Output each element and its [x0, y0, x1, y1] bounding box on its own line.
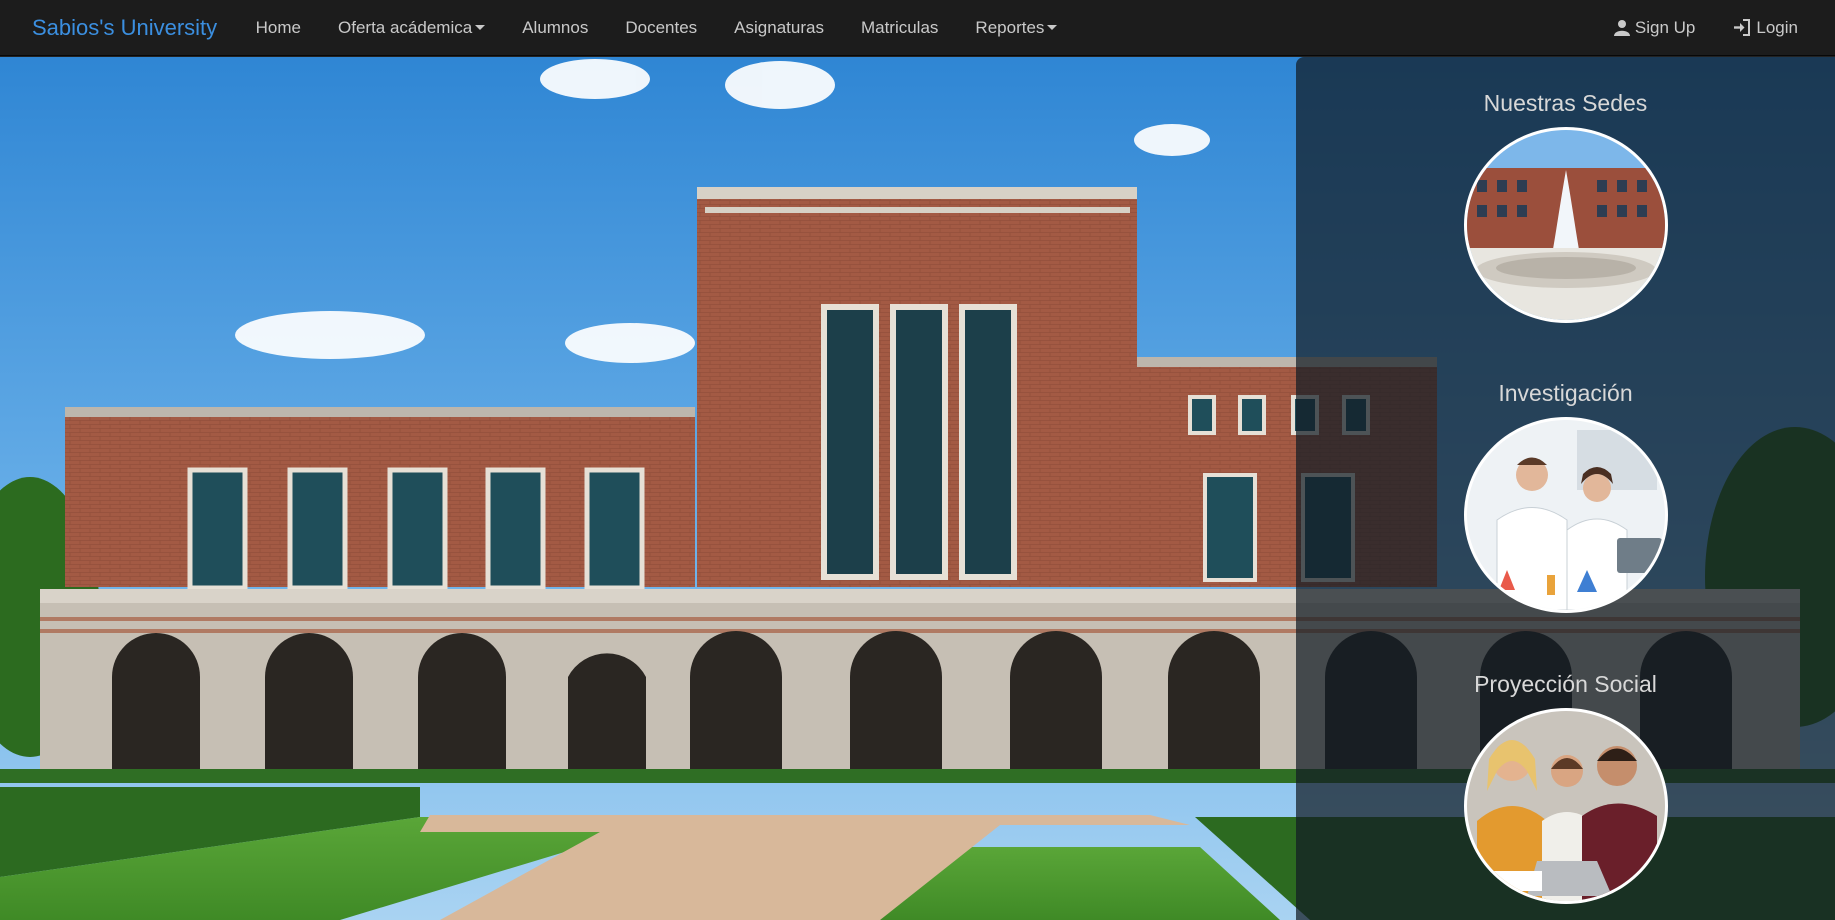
side-panel: Nuestras Sedes Investigación Proyección … [1296, 57, 1835, 920]
nav-matriculas-label: Matriculas [860, 17, 939, 37]
section-title: Investigación [1498, 380, 1633, 406]
caret-down-icon [475, 25, 486, 30]
nav-asignaturas-label: Asignaturas [734, 17, 824, 37]
nav-oferta-label: Oferta acádemica [338, 17, 473, 37]
nav-docentes[interactable]: Docentes [607, 0, 716, 55]
nav-home-label: Home [255, 17, 302, 37]
nav-right: Sign Up Login [1595, 0, 1817, 55]
login-link[interactable]: Login [1714, 0, 1817, 55]
login-icon [1733, 19, 1751, 36]
login-label: Login [1756, 17, 1798, 37]
top-navbar: Sabios's University Home Oferta acádemic… [0, 0, 1835, 56]
nav-reportes-dropdown[interactable]: Reportes [957, 0, 1076, 55]
nav-alumnos-label: Alumnos [522, 17, 589, 37]
nav-matriculas[interactable]: Matriculas [842, 0, 956, 55]
signup-label: Sign Up [1634, 17, 1696, 37]
section-nuestras-sedes[interactable]: Nuestras Sedes [1296, 90, 1835, 323]
main-nav: Home Oferta acádemica Alumnos Docentes A… [237, 0, 1076, 55]
section-title: Proyección Social [1474, 671, 1657, 697]
section-proyeccion-social[interactable]: Proyección Social [1296, 671, 1835, 904]
section-title: Nuestras Sedes [1483, 90, 1648, 116]
nav-asignaturas[interactable]: Asignaturas [716, 0, 843, 55]
nav-reportes-label: Reportes [975, 17, 1045, 37]
nav-alumnos[interactable]: Alumnos [504, 0, 607, 55]
section-investigacion[interactable]: Investigación [1296, 380, 1835, 613]
brand-link[interactable]: Sabios's University [32, 15, 217, 41]
signup-link[interactable]: Sign Up [1595, 0, 1714, 55]
nav-home[interactable]: Home [237, 0, 319, 55]
nav-oferta-academica-dropdown[interactable]: Oferta acádemica [320, 0, 504, 55]
user-icon [1613, 19, 1630, 36]
students-laptop-image[interactable] [1463, 708, 1668, 904]
campus-fountain-image[interactable] [1463, 127, 1668, 323]
lab-researchers-image[interactable] [1463, 417, 1668, 613]
nav-docentes-label: Docentes [625, 17, 698, 37]
caret-down-icon [1047, 25, 1058, 30]
